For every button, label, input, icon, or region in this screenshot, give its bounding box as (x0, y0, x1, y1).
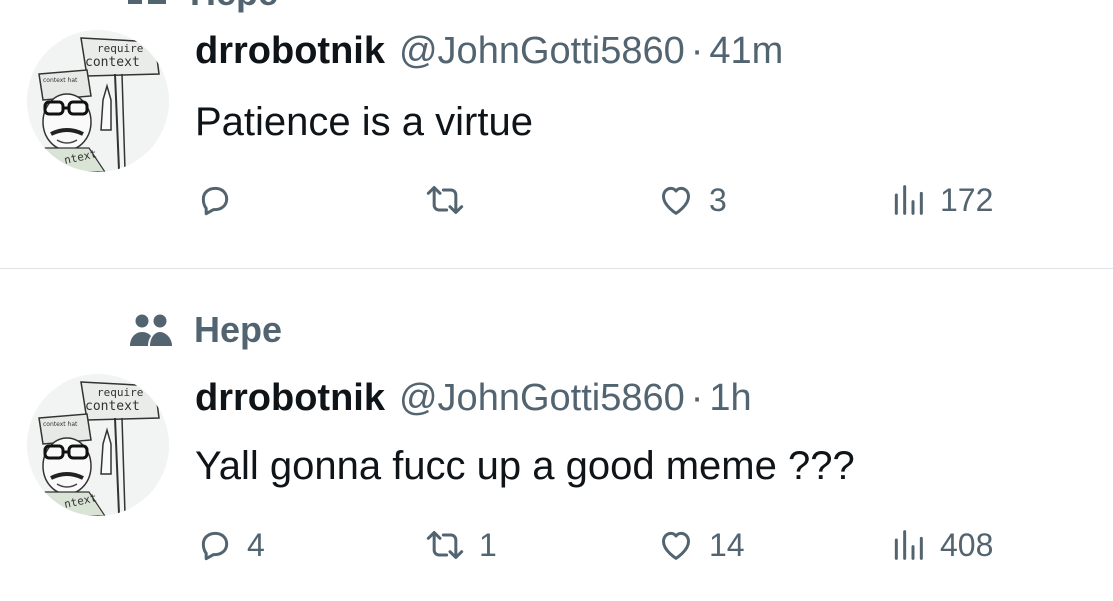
tweet-header: drrobotnik @JohnGotti5860 · 1h (195, 377, 752, 420)
retweet-count: 1 (479, 526, 497, 563)
svg-text:require: require (97, 386, 143, 399)
previous-community-header[interactable]: Hepe (128, 0, 278, 13)
avatar[interactable]: require context context hat ntext (27, 30, 169, 172)
tweet-actions: 3 172 (195, 180, 1055, 224)
community-icon (128, 312, 174, 348)
svg-text:context hat: context hat (43, 421, 78, 428)
community-header[interactable]: Hepe (128, 305, 282, 355)
avatar[interactable]: require context context hat ntext (27, 374, 169, 516)
heart-icon (655, 180, 697, 220)
reply-button[interactable] (195, 180, 247, 220)
display-name[interactable]: drrobotnik (195, 30, 385, 73)
views-button[interactable]: 172 (888, 180, 993, 220)
view-count: 408 (940, 526, 994, 563)
community-label: Hepe (190, 0, 278, 14)
retweet-icon (423, 180, 467, 220)
reply-icon (195, 525, 235, 565)
community-label: Hepe (194, 309, 283, 350)
svg-text:context: context (85, 399, 140, 414)
tweet-text: Patience is a virtue (195, 100, 533, 144)
analytics-icon (888, 525, 928, 565)
timeline: Hepe require context context hat (0, 0, 1113, 601)
svg-text:require: require (97, 42, 143, 55)
tweet-actions: 4 1 14 408 (195, 525, 1055, 569)
heart-icon (655, 525, 697, 565)
analytics-icon (888, 180, 928, 220)
svg-text:context: context (85, 55, 140, 70)
svg-text:context hat: context hat (43, 77, 78, 84)
views-button[interactable]: 408 (888, 525, 993, 565)
retweet-button[interactable] (423, 180, 479, 220)
tweet-text: Yall gonna fucc up a good meme ??? (195, 444, 855, 488)
like-count: 14 (709, 526, 745, 563)
like-count: 3 (709, 181, 727, 218)
divider (0, 268, 1113, 269)
display-name[interactable]: drrobotnik (195, 377, 385, 420)
like-button[interactable]: 14 (655, 525, 745, 565)
community-icon (128, 0, 168, 8)
retweet-icon (423, 525, 467, 565)
user-handle[interactable]: @JohnGotti5860 (399, 30, 685, 73)
reply-button[interactable]: 4 (195, 525, 265, 565)
separator-dot: · (690, 377, 704, 419)
retweet-button[interactable]: 1 (423, 525, 497, 565)
reply-icon (195, 180, 235, 220)
timestamp[interactable]: 1h (709, 377, 751, 420)
separator-dot: · (690, 30, 704, 72)
tweet-header: drrobotnik @JohnGotti5860 · 41m (195, 30, 783, 73)
timestamp[interactable]: 41m (709, 30, 783, 73)
reply-count: 4 (247, 526, 265, 563)
user-handle[interactable]: @JohnGotti5860 (399, 377, 685, 420)
like-button[interactable]: 3 (655, 180, 727, 220)
view-count: 172 (940, 181, 994, 218)
